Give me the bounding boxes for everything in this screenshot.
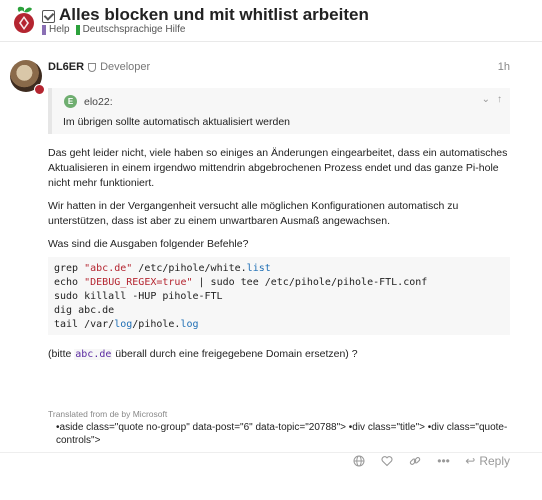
post-author: DL6ER Developer	[48, 61, 150, 73]
quote-text: Im übrigen sollte automatisch aktualisie…	[63, 116, 291, 128]
code-token: "DEBUG_REGEX=true"	[84, 277, 193, 288]
code-token: | sudo tee /etc/pihole/pihole-FTL.conf	[192, 277, 428, 288]
code-token: log	[180, 319, 199, 330]
ellipsis-icon[interactable]: •••	[437, 455, 450, 467]
reply-button[interactable]: ↩ Reply	[465, 454, 510, 468]
text-segment: überall durch eine freigegebene Domain e…	[112, 348, 358, 360]
category-swatch	[75, 24, 80, 35]
code-line: grep "abc.de" /etc/pihole/white.list	[54, 262, 504, 276]
arrow-up-icon[interactable]: ↑	[497, 94, 502, 105]
code-line: echo "DEBUG_REGEX=true" | sudo tee /etc/…	[54, 276, 504, 290]
globe-icon[interactable]	[353, 455, 365, 467]
topic-title[interactable]: Alles blocken und mit whitlist arbeiten	[59, 5, 369, 25]
category-help[interactable]: Help	[42, 24, 70, 35]
code-token: /pihole.	[132, 319, 181, 330]
code-token: /etc/pihole/white.	[132, 263, 247, 274]
topic-title-row: Alles blocken und mit whitlist arbeiten	[42, 5, 369, 25]
pihole-logo-icon[interactable]	[10, 5, 38, 35]
flair-badge-icon	[34, 84, 45, 95]
paragraph: Wir hatten in der Vergangenheit versucht…	[48, 200, 459, 227]
paragraph: Das geht leider nicht, viele haben so ei…	[48, 147, 508, 189]
code-block[interactable]: grep "abc.de" /etc/pihole/white.list echo…	[48, 257, 510, 335]
link-icon[interactable]	[409, 455, 421, 467]
code-token: log	[114, 319, 133, 330]
solved-check-icon	[42, 9, 55, 23]
category-label: Help	[49, 24, 70, 35]
post-date[interactable]: 1h	[498, 61, 510, 73]
quote-avatar[interactable]: E	[64, 95, 77, 108]
user-title: Developer	[100, 61, 151, 73]
translation-source: Translated from de by Microsoft	[48, 409, 168, 419]
post-body: Das geht leider nicht, viele haben so ei…	[48, 146, 516, 260]
category-label: Deutschsprachige Hilfe	[82, 24, 186, 35]
paragraph: Was sind die Ausgaben folgender Befehle?	[48, 238, 249, 250]
translated-text: •aside class="quote no-group" data-post=…	[56, 422, 508, 446]
inline-code: abc.de	[74, 349, 113, 360]
post-actions: ••• ↩ Reply	[353, 454, 510, 468]
reply-arrow-icon: ↩	[465, 454, 476, 468]
username[interactable]: DL6ER	[48, 61, 84, 73]
moderator-shield-icon	[88, 62, 97, 72]
code-token: list	[246, 263, 271, 274]
quote-block: E elo22: ⌄ ↑ Im übrigen sollte automatis…	[48, 88, 510, 134]
category-german-help[interactable]: Deutschsprachige Hilfe	[75, 24, 186, 35]
code-token: grep	[54, 263, 85, 274]
reply-label: Reply	[479, 454, 510, 468]
code-line: sudo killall -HUP pihole-FTL	[54, 290, 504, 304]
code-line: tail /var/log/pihole.log	[54, 318, 504, 332]
quote-controls: ⌄ ↑	[482, 94, 502, 105]
code-token: tail /var/	[54, 319, 115, 330]
text-segment: (bitte	[48, 348, 75, 360]
code-token: sudo killall -HUP pihole-FTL	[54, 291, 223, 302]
chevron-down-icon[interactable]: ⌄	[482, 94, 490, 105]
paragraph: (bitte abc.de überall durch eine freigeg…	[48, 348, 358, 360]
code-token: "abc.de"	[84, 263, 133, 274]
heart-icon[interactable]	[381, 455, 393, 467]
quote-username: elo22:	[84, 96, 113, 108]
category-badges: Help Deutschsprachige Hilfe	[42, 24, 191, 35]
code-token: dig abc.de	[54, 305, 115, 316]
code-token: echo	[54, 277, 85, 288]
code-line: dig abc.de	[54, 304, 504, 318]
topic-header: Alles blocken und mit whitlist arbeiten …	[0, 0, 542, 42]
category-swatch	[42, 24, 46, 35]
post-divider	[0, 452, 542, 453]
